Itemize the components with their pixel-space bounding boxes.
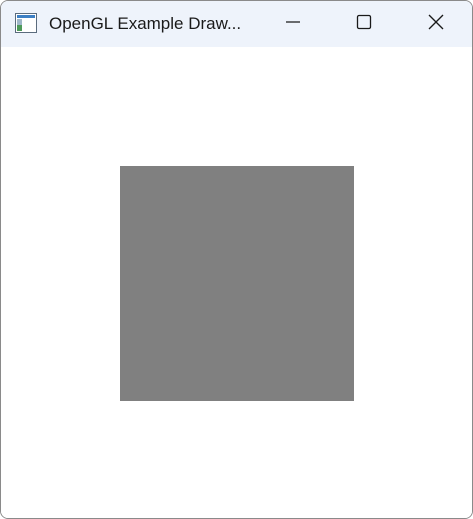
app-window-icon: [15, 13, 37, 33]
minimize-button[interactable]: [258, 1, 328, 47]
gray-square: [120, 166, 354, 401]
close-icon: [428, 14, 444, 35]
maximize-icon: [356, 14, 372, 35]
app-window: OpenGL Example Draw...: [0, 0, 473, 519]
close-button[interactable]: [401, 1, 471, 47]
client-area: [1, 47, 472, 518]
opengl-canvas: [1, 47, 472, 518]
maximize-button[interactable]: [329, 1, 399, 47]
window-title: OpenGL Example Draw...: [49, 14, 242, 33]
minimize-icon: [285, 14, 301, 35]
title-bar[interactable]: OpenGL Example Draw...: [1, 1, 472, 47]
